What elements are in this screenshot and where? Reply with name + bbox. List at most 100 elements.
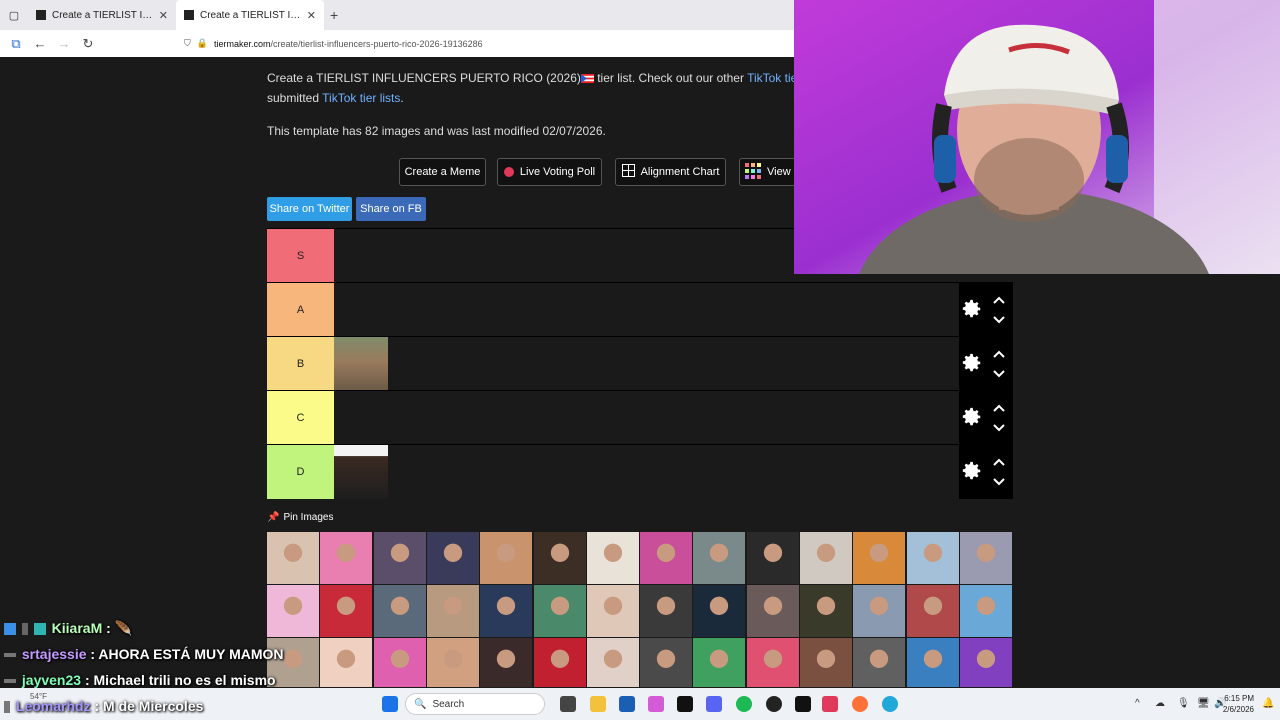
address-bar[interactable]: ⛉ 🔒 tiermaker.com/create/tierlist-influe…: [184, 38, 483, 49]
influencer-image[interactable]: [480, 585, 533, 637]
reload-icon[interactable]: ↻: [80, 36, 96, 52]
share-fb-button[interactable]: Share on FB: [356, 197, 426, 221]
influencer-image[interactable]: [640, 585, 693, 637]
influencer-image[interactable]: [426, 532, 479, 584]
influencer-image[interactable]: [959, 585, 1012, 637]
influencer-image[interactable]: [800, 532, 852, 584]
chevron-down-icon[interactable]: [992, 477, 1006, 487]
create-meme-button[interactable]: Create a Meme: [399, 158, 486, 186]
taskbar-clock[interactable]: 6:15 PM 2/6/2026: [1223, 693, 1254, 715]
influencer-image[interactable]: [746, 638, 799, 687]
tray-expand-icon[interactable]: ^: [1135, 698, 1140, 709]
tier-label-d[interactable]: D: [267, 445, 334, 499]
tier-label-a[interactable]: A: [267, 283, 334, 337]
tab-list-icon[interactable]: ▢: [0, 9, 28, 22]
text-app-icon[interactable]: [822, 696, 838, 712]
influencer-image[interactable]: [426, 638, 479, 687]
influencer-image[interactable]: [320, 638, 373, 687]
browser-tab-1[interactable]: Create a TIERLIST INFLUENCERS ✕: [28, 0, 176, 30]
influencer-image[interactable]: [693, 532, 746, 584]
store-icon[interactable]: [619, 696, 635, 712]
influencer-image[interactable]: [586, 532, 639, 584]
influencer-image[interactable]: [320, 585, 373, 637]
influencer-image[interactable]: [853, 532, 906, 584]
tiktok-tier-lists-link[interactable]: TikTok tier lists: [322, 91, 400, 105]
live-voting-poll-button[interactable]: Live Voting Poll: [497, 158, 602, 186]
tiktok-icon[interactable]: [795, 696, 811, 712]
influencer-image[interactable]: [586, 638, 639, 687]
influencer-image[interactable]: [906, 638, 959, 687]
chevron-up-icon[interactable]: [992, 295, 1006, 305]
influencer-image[interactable]: [373, 585, 426, 637]
influencer-image[interactable]: [480, 532, 533, 584]
influencer-image[interactable]: [640, 532, 693, 584]
new-tab-button[interactable]: +: [330, 7, 338, 23]
gear-icon[interactable]: [961, 460, 983, 482]
copilot-icon[interactable]: [648, 696, 664, 712]
obs-icon[interactable]: [766, 696, 782, 712]
influencer-image[interactable]: [373, 638, 426, 687]
notifications-icon[interactable]: 🔔: [1262, 698, 1274, 709]
influencer-image[interactable]: [853, 585, 906, 637]
influencer-image[interactable]: [959, 638, 1012, 687]
chevron-up-icon[interactable]: [992, 349, 1006, 359]
tiktok-tier-list-link[interactable]: TikTok tier list: [747, 71, 797, 85]
forward-icon[interactable]: →: [56, 36, 72, 51]
firefox-icon[interactable]: [852, 696, 868, 712]
gear-icon[interactable]: [961, 406, 983, 428]
capcut-icon[interactable]: [677, 696, 693, 712]
chevron-down-icon[interactable]: [992, 369, 1006, 379]
influencer-image[interactable]: [426, 585, 479, 637]
influencer-image[interactable]: [334, 337, 388, 391]
influencer-image[interactable]: [320, 532, 373, 584]
discord-icon[interactable]: [706, 696, 722, 712]
network-icon[interactable]: 🖥: [1197, 698, 1210, 709]
influencer-image[interactable]: [800, 585, 852, 637]
influencer-image[interactable]: [640, 638, 693, 687]
view-button[interactable]: View: [739, 158, 799, 186]
influencer-image[interactable]: [800, 638, 852, 687]
tier-label-b[interactable]: B: [267, 337, 334, 391]
mic-icon[interactable]: 🎙: [1177, 698, 1190, 709]
tier-label-c[interactable]: C: [267, 391, 334, 445]
gear-icon[interactable]: [961, 352, 983, 374]
task-view-icon[interactable]: [560, 696, 576, 712]
influencer-image[interactable]: [853, 638, 906, 687]
chevron-up-icon[interactable]: [992, 457, 1006, 467]
browser-tab-2[interactable]: Create a TIERLIST INFLUENCERS ✕: [176, 0, 324, 30]
influencer-image[interactable]: [906, 585, 959, 637]
influencer-image[interactable]: [586, 585, 639, 637]
chevron-down-icon[interactable]: [992, 315, 1006, 325]
pin-images-toggle[interactable]: 📌 Pin Images: [267, 512, 333, 523]
edge-icon[interactable]: [882, 696, 898, 712]
influencer-image[interactable]: [533, 532, 586, 584]
file-explorer-icon[interactable]: [590, 696, 606, 712]
gear-icon[interactable]: [961, 298, 983, 320]
chevron-down-icon[interactable]: [992, 423, 1006, 433]
influencer-image[interactable]: [533, 585, 586, 637]
close-tab-icon[interactable]: ✕: [159, 9, 168, 22]
taskbar-search[interactable]: 🔍 Search: [405, 693, 545, 715]
share-twitter-button[interactable]: Share on Twitter: [267, 197, 352, 221]
back-icon[interactable]: ←: [32, 36, 48, 51]
close-tab-icon[interactable]: ✕: [307, 9, 316, 22]
influencer-image[interactable]: [334, 445, 388, 499]
spotify-icon[interactable]: [736, 696, 752, 712]
influencer-image[interactable]: [480, 638, 533, 687]
influencer-image[interactable]: [267, 585, 319, 637]
influencer-image[interactable]: [906, 532, 959, 584]
influencer-image[interactable]: [746, 532, 799, 584]
influencer-image[interactable]: [267, 532, 319, 584]
windows-start-icon[interactable]: [382, 696, 398, 712]
influencer-image[interactable]: [693, 638, 746, 687]
influencer-image[interactable]: [746, 585, 799, 637]
chevron-up-icon[interactable]: [992, 403, 1006, 413]
sidebar-toggle-icon[interactable]: ⧉: [8, 36, 24, 52]
influencer-image[interactable]: [373, 532, 426, 584]
influencer-image[interactable]: [533, 638, 586, 687]
alignment-chart-button[interactable]: Alignment Chart: [615, 158, 726, 186]
influencer-image[interactable]: [959, 532, 1012, 584]
cloud-icon[interactable]: ☁: [1155, 698, 1165, 709]
tier-label-s[interactable]: S: [267, 229, 334, 283]
influencer-image[interactable]: [693, 585, 746, 637]
